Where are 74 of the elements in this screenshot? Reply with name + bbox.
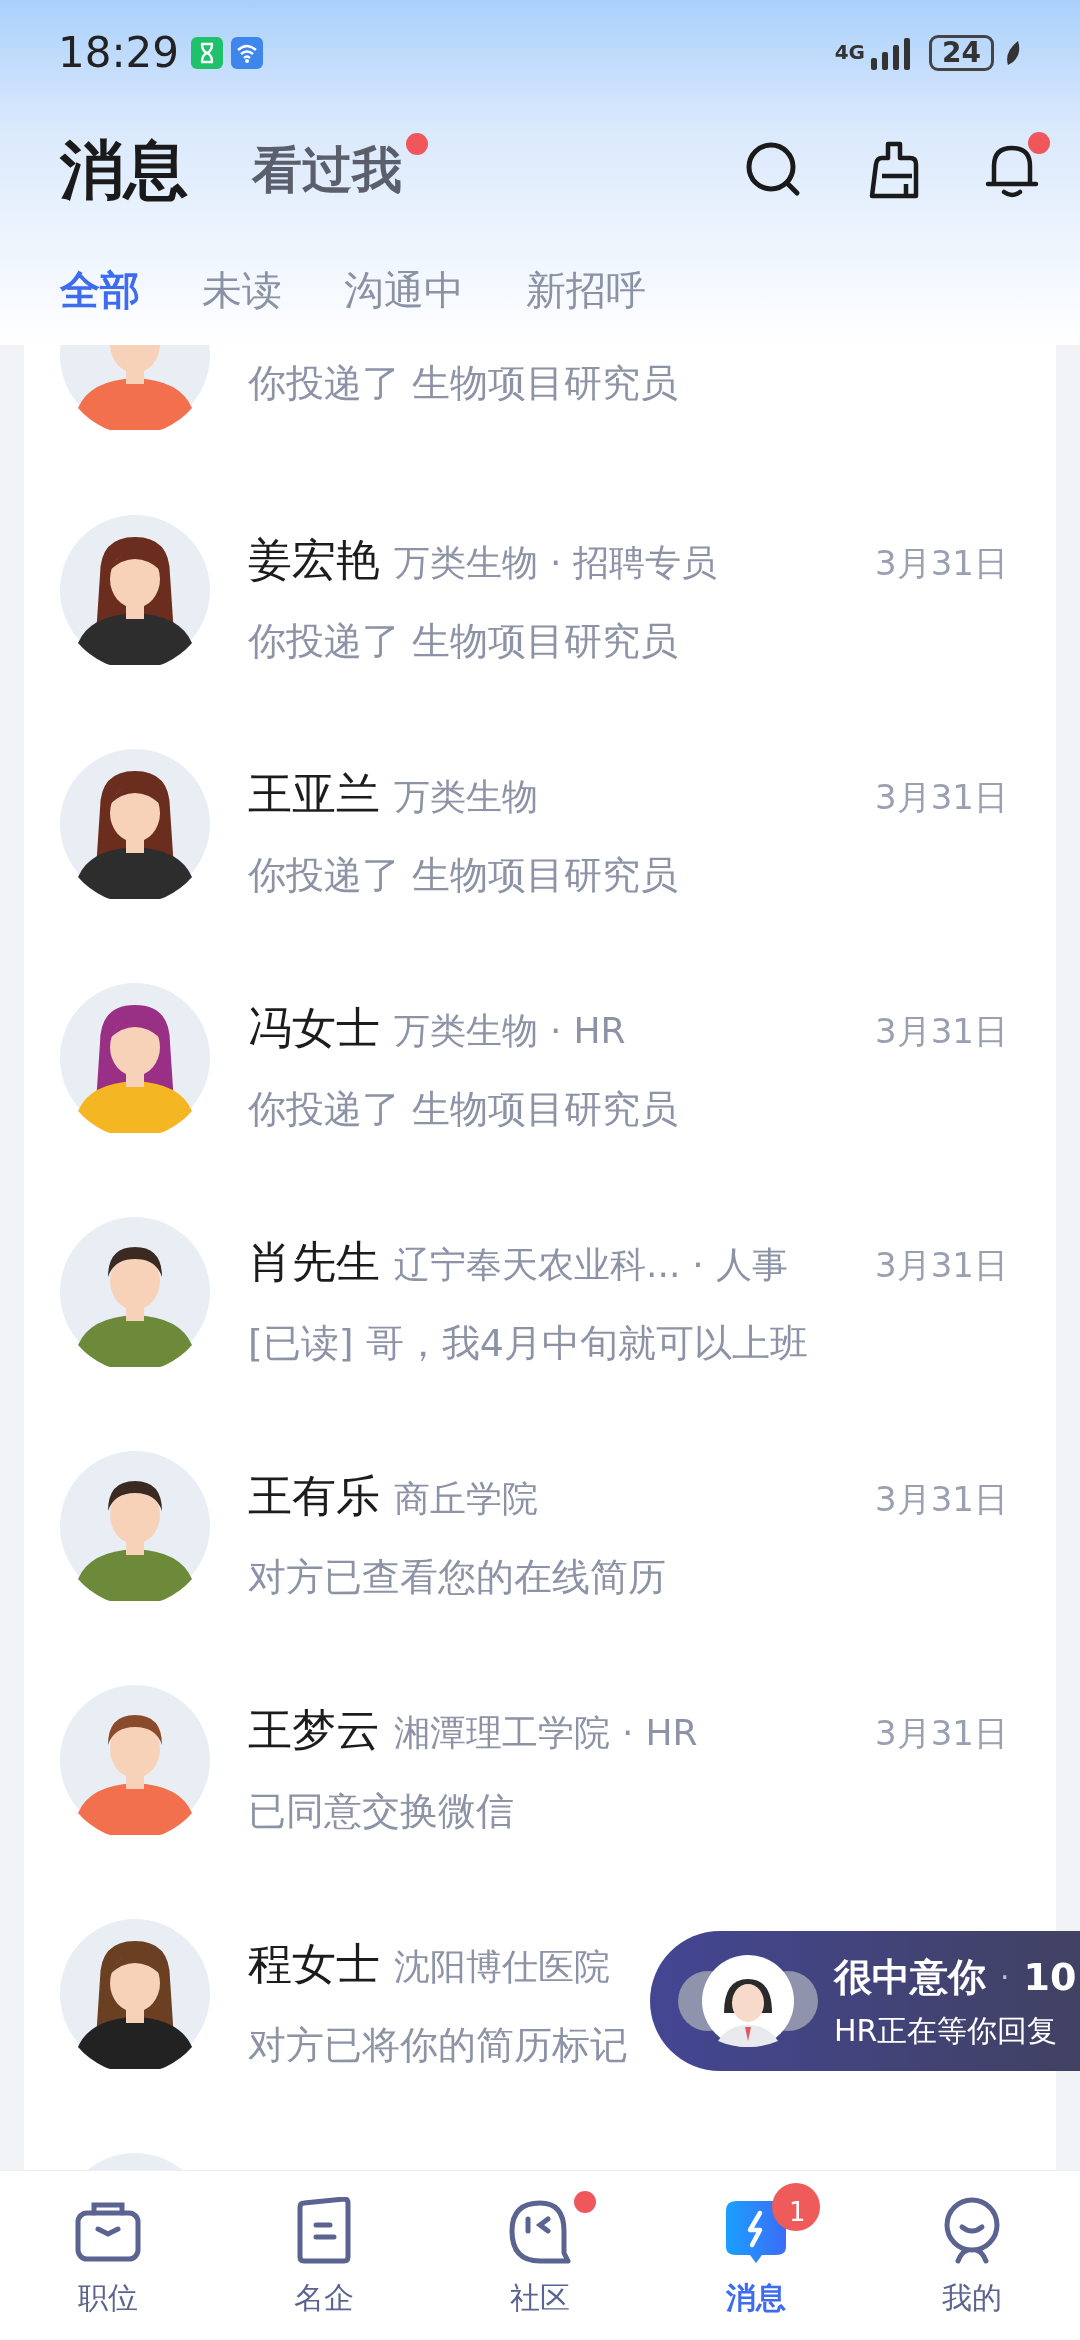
separator-dot: · <box>1000 1959 1010 1997</box>
wifi-icon <box>231 36 264 69</box>
message-preview: 对方已将你的简历标记 <box>248 2022 628 2069</box>
message-date: 3月31日 <box>875 1010 1008 1053</box>
company-name: 辽宁奉天农业科... <box>394 1243 681 1287</box>
conversation-row[interactable]: 肖先生 辽宁奉天农业科... · 人事 3月31日 [已读] 哥，我4月中旬就可以上班 <box>24 1187 1056 1421</box>
contact-role: HR <box>645 1711 698 1755</box>
conversation-row[interactable]: 你投递了 生物项目研究员 <box>24 345 1056 485</box>
company-name: 万类生物 <box>394 775 538 819</box>
nav-tab[interactable]: 职位 <box>0 2171 216 2340</box>
nav-tab[interactable]: 我的 <box>864 2171 1080 2340</box>
company-name: 沈阳博仕医院 <box>394 1945 610 1989</box>
contact-role: 人事 <box>715 1243 788 1287</box>
nav-tab[interactable]: 社区 <box>432 2171 648 2340</box>
contact-role: HR <box>573 1009 626 1053</box>
contact-role: 招聘专员 <box>573 541 718 585</box>
leaf-icon <box>1004 39 1022 66</box>
message-preview: 你投递了 生物项目研究员 <box>248 360 679 407</box>
avatar-icon <box>60 1685 210 1835</box>
recruiter-popup[interactable]: 很中意你 · 10 HR正在等你回复 <box>650 1931 1080 2071</box>
filter-tab[interactable]: 全部 <box>60 260 140 320</box>
contact-name: 冯女士 <box>248 1001 380 1055</box>
popup-subtitle: HR正在等你回复 <box>834 2012 1059 2050</box>
message-preview: 对方已查看您的在线简历 <box>248 1554 666 1601</box>
company-name: 万类生物 <box>394 1009 538 1053</box>
filter-tab[interactable]: 沟通中 <box>344 260 464 320</box>
header-tab[interactable]: 消息 <box>60 133 188 207</box>
nav-tab[interactable]: 名企 <box>216 2171 432 2340</box>
separator-dot: · <box>622 1711 634 1755</box>
avatar-icon <box>60 1217 210 1367</box>
avatar-icon <box>60 749 210 899</box>
conversation-row[interactable]: 王梦云 湘潭理工学院 · HR 3月31日 已同意交换微信 <box>24 1655 1056 1889</box>
separator-dot: · <box>550 1009 562 1053</box>
contact-name: 王亚兰 <box>248 767 380 821</box>
avatar-icon <box>60 515 210 665</box>
popup-title: 很中意你 <box>834 1954 986 2001</box>
battery-indicator: 24 <box>929 34 994 71</box>
message-date: 3月31日 <box>875 1478 1008 1521</box>
avatar-icon <box>60 983 210 1133</box>
message-preview: 你投递了 生物项目研究员 <box>248 1086 679 1133</box>
separator-dot: · <box>550 541 562 585</box>
status-time: 18:29 <box>58 27 180 79</box>
company-name: 商丘学院 <box>394 1477 538 1521</box>
conversation-row[interactable]: 冯女士 万类生物 · HR 3月31日 你投递了 生物项目研究员 <box>24 953 1056 1187</box>
conversation-row[interactable]: 王亚兰 万类生物 3月31日 你投递了 生物项目研究员 <box>24 719 1056 953</box>
avatar-icon <box>60 1451 210 1601</box>
message-preview: 你投递了 生物项目研究员 <box>248 852 679 899</box>
contact-name: 姜宏艳 <box>248 533 380 587</box>
message-preview: 你投递了 生物项目研究员 <box>248 618 679 665</box>
header-tab[interactable]: 看过我 <box>252 140 402 199</box>
contact-name: 王有乐 <box>248 1469 380 1523</box>
message-date: 3月31日 <box>875 776 1008 819</box>
filter-tab[interactable]: 新招呼 <box>526 260 646 320</box>
separator-dot: · <box>692 1243 704 1287</box>
avatar-icon <box>60 345 210 430</box>
contact-name: 程女士 <box>248 1937 380 1991</box>
filter-tab[interactable]: 未读 <box>202 260 282 320</box>
company-name: 万类生物 <box>394 541 538 585</box>
contact-name: 王梦云 <box>248 1703 380 1757</box>
popup-count: 10 <box>1023 1954 1077 2001</box>
message-date: 3月31日 <box>875 1244 1008 1287</box>
timer-icon <box>191 36 224 69</box>
message-preview: 已同意交换微信 <box>248 1788 514 1835</box>
message-preview: [已读] 哥，我4月中旬就可以上班 <box>248 1320 808 1367</box>
unread-badge: 1 <box>772 2183 820 2231</box>
network-label: 4G <box>834 38 866 66</box>
message-date: 3月31日 <box>875 1712 1008 1755</box>
conversation-row[interactable]: 姜宏艳 万类生物 · 招聘专员 3月31日 你投递了 生物项目研究员 <box>24 485 1056 719</box>
company-name: 湘潭理工学院 <box>394 1711 610 1755</box>
contact-name: 肖先生 <box>248 1235 380 1289</box>
nav-tab[interactable]: 1 消息 <box>648 2171 864 2340</box>
conversation-row[interactable]: 王有乐 商丘学院 3月31日 对方已查看您的在线简历 <box>24 1421 1056 1655</box>
avatar-icon <box>60 1919 210 2069</box>
message-date: 3月31日 <box>875 542 1008 585</box>
